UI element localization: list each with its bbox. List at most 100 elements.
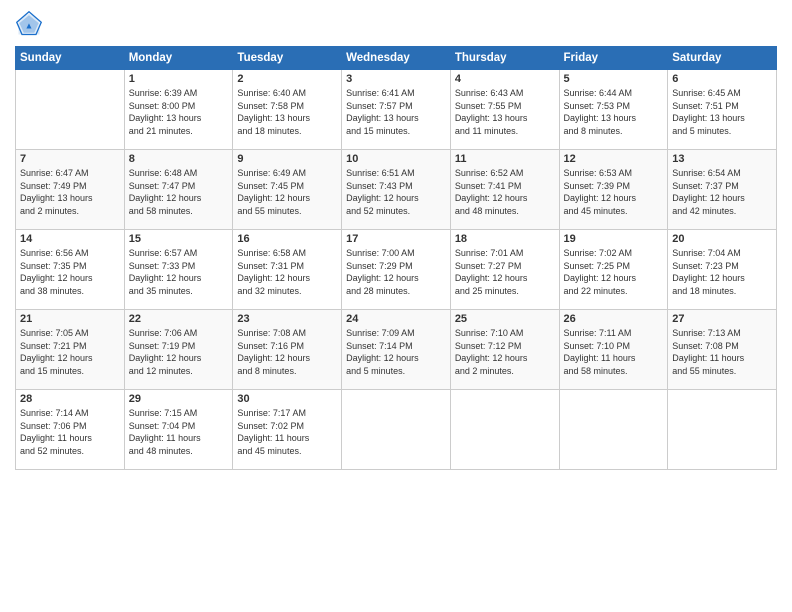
svg-text:▲: ▲ (25, 20, 34, 30)
cell-content: Sunrise: 6:58 AM Sunset: 7:31 PM Dayligh… (237, 247, 337, 297)
calendar-cell: 29 Sunrise: 7:15 AM Sunset: 7:04 PM Dayli… (124, 390, 233, 470)
cell-content: Sunrise: 6:44 AM Sunset: 7:53 PM Dayligh… (564, 87, 664, 137)
calendar-cell: 30Sunrise: 7:17 AM Sunset: 7:02 PM Dayli… (233, 390, 342, 470)
calendar-cell: 21Sunrise: 7:05 AM Sunset: 7:21 PM Dayli… (16, 310, 125, 390)
cell-content: Sunrise: 6:48 AM Sunset: 7:47 PM Dayligh… (129, 167, 229, 217)
day-number: 2 (237, 73, 337, 85)
cell-content: Sunrise: 6:41 AM Sunset: 7:57 PM Dayligh… (346, 87, 446, 137)
week-row-4: 21Sunrise: 7:05 AM Sunset: 7:21 PM Dayli… (16, 310, 777, 390)
calendar-cell: 4 Sunrise: 6:43 AM Sunset: 7:55 PM Daylig… (450, 70, 559, 150)
week-row-2: 7 Sunrise: 6:47 AM Sunset: 7:49 PM Daylig… (16, 150, 777, 230)
day-number: 3 (346, 73, 446, 85)
day-number: 17 (346, 233, 446, 245)
day-number: 29 (129, 393, 229, 405)
day-number: 1 (129, 73, 229, 85)
calendar-cell: 14 Sunrise: 6:56 AM Sunset: 7:35 PM Dayli… (16, 230, 125, 310)
calendar-cell: 7 Sunrise: 6:47 AM Sunset: 7:49 PM Daylig… (16, 150, 125, 230)
day-number: 18 (455, 233, 555, 245)
day-number: 7 (20, 153, 120, 165)
calendar-cell: 13 Sunrise: 6:54 AM Sunset: 7:37 PM Dayli… (668, 150, 777, 230)
week-row-3: 14 Sunrise: 6:56 AM Sunset: 7:35 PM Dayli… (16, 230, 777, 310)
calendar-cell: 5 Sunrise: 6:44 AM Sunset: 7:53 PM Daylig… (559, 70, 668, 150)
calendar-cell (342, 390, 451, 470)
header-row: SundayMondayTuesdayWednesdayThursdayFrid… (16, 47, 777, 70)
col-header-saturday: Saturday (668, 47, 777, 70)
col-header-thursday: Thursday (450, 47, 559, 70)
calendar-cell: 8Sunrise: 6:48 AM Sunset: 7:47 PM Daylig… (124, 150, 233, 230)
cell-content: Sunrise: 6:53 AM Sunset: 7:39 PM Dayligh… (564, 167, 664, 217)
calendar-cell: 15 Sunrise: 6:57 AM Sunset: 7:33 PM Dayli… (124, 230, 233, 310)
calendar-cell: 2 Sunrise: 6:40 AM Sunset: 7:58 PM Daylig… (233, 70, 342, 150)
col-header-tuesday: Tuesday (233, 47, 342, 70)
calendar-cell: 25 Sunrise: 7:10 AM Sunset: 7:12 PM Dayli… (450, 310, 559, 390)
calendar-cell: 28 Sunrise: 7:14 AM Sunset: 7:06 PM Dayli… (16, 390, 125, 470)
calendar-cell (16, 70, 125, 150)
header: ▲ (15, 10, 777, 38)
logo-icon: ▲ (15, 10, 43, 38)
day-number: 4 (455, 73, 555, 85)
day-number: 20 (672, 233, 772, 245)
day-number: 16 (237, 233, 337, 245)
day-number: 23 (237, 313, 337, 325)
calendar-cell: 17Sunrise: 7:00 AM Sunset: 7:29 PM Dayli… (342, 230, 451, 310)
cell-content: Sunrise: 7:01 AM Sunset: 7:27 PM Dayligh… (455, 247, 555, 297)
calendar-cell: 19Sunrise: 7:02 AM Sunset: 7:25 PM Dayli… (559, 230, 668, 310)
day-number: 30 (237, 393, 337, 405)
cell-content: Sunrise: 7:04 AM Sunset: 7:23 PM Dayligh… (672, 247, 772, 297)
day-number: 25 (455, 313, 555, 325)
cell-content: Sunrise: 6:49 AM Sunset: 7:45 PM Dayligh… (237, 167, 337, 217)
calendar-cell: 18 Sunrise: 7:01 AM Sunset: 7:27 PM Dayli… (450, 230, 559, 310)
cell-content: Sunrise: 6:56 AM Sunset: 7:35 PM Dayligh… (20, 247, 120, 297)
cell-content: Sunrise: 6:45 AM Sunset: 7:51 PM Dayligh… (672, 87, 772, 137)
day-number: 27 (672, 313, 772, 325)
cell-content: Sunrise: 7:11 AM Sunset: 7:10 PM Dayligh… (564, 327, 664, 377)
calendar-cell (450, 390, 559, 470)
cell-content: Sunrise: 6:54 AM Sunset: 7:37 PM Dayligh… (672, 167, 772, 217)
calendar-cell: 6Sunrise: 6:45 AM Sunset: 7:51 PM Daylig… (668, 70, 777, 150)
calendar-cell: 1 Sunrise: 6:39 AM Sunset: 8:00 PM Daylig… (124, 70, 233, 150)
calendar-cell: 24Sunrise: 7:09 AM Sunset: 7:14 PM Dayli… (342, 310, 451, 390)
cell-content: Sunrise: 6:52 AM Sunset: 7:41 PM Dayligh… (455, 167, 555, 217)
day-number: 28 (20, 393, 120, 405)
cell-content: Sunrise: 7:10 AM Sunset: 7:12 PM Dayligh… (455, 327, 555, 377)
calendar-cell: 10 Sunrise: 6:51 AM Sunset: 7:43 PM Dayli… (342, 150, 451, 230)
col-header-wednesday: Wednesday (342, 47, 451, 70)
cell-content: Sunrise: 6:57 AM Sunset: 7:33 PM Dayligh… (129, 247, 229, 297)
day-number: 14 (20, 233, 120, 245)
calendar-table: SundayMondayTuesdayWednesdayThursdayFrid… (15, 46, 777, 470)
week-row-5: 28 Sunrise: 7:14 AM Sunset: 7:06 PM Dayli… (16, 390, 777, 470)
cell-content: Sunrise: 6:47 AM Sunset: 7:49 PM Dayligh… (20, 167, 120, 217)
calendar-cell: 9 Sunrise: 6:49 AM Sunset: 7:45 PM Daylig… (233, 150, 342, 230)
calendar-cell: 27 Sunrise: 7:13 AM Sunset: 7:08 PM Dayli… (668, 310, 777, 390)
cell-content: Sunrise: 6:39 AM Sunset: 8:00 PM Dayligh… (129, 87, 229, 137)
calendar-cell: 11Sunrise: 6:52 AM Sunset: 7:41 PM Dayli… (450, 150, 559, 230)
cell-content: Sunrise: 7:08 AM Sunset: 7:16 PM Dayligh… (237, 327, 337, 377)
col-header-friday: Friday (559, 47, 668, 70)
cell-content: Sunrise: 7:06 AM Sunset: 7:19 PM Dayligh… (129, 327, 229, 377)
calendar-cell: 3 Sunrise: 6:41 AM Sunset: 7:57 PM Daylig… (342, 70, 451, 150)
day-number: 9 (237, 153, 337, 165)
cell-content: Sunrise: 7:09 AM Sunset: 7:14 PM Dayligh… (346, 327, 446, 377)
day-number: 22 (129, 313, 229, 325)
cell-content: Sunrise: 7:02 AM Sunset: 7:25 PM Dayligh… (564, 247, 664, 297)
cell-content: Sunrise: 7:14 AM Sunset: 7:06 PM Dayligh… (20, 407, 120, 457)
calendar-cell (559, 390, 668, 470)
day-number: 15 (129, 233, 229, 245)
day-number: 12 (564, 153, 664, 165)
cell-content: Sunrise: 7:13 AM Sunset: 7:08 PM Dayligh… (672, 327, 772, 377)
col-header-sunday: Sunday (16, 47, 125, 70)
day-number: 10 (346, 153, 446, 165)
day-number: 13 (672, 153, 772, 165)
logo: ▲ (15, 10, 47, 38)
day-number: 21 (20, 313, 120, 325)
cell-content: Sunrise: 6:40 AM Sunset: 7:58 PM Dayligh… (237, 87, 337, 137)
cell-content: Sunrise: 6:43 AM Sunset: 7:55 PM Dayligh… (455, 87, 555, 137)
page: ▲ SundayMondayTuesdayWednesdayThursdayFr… (0, 0, 792, 612)
calendar-cell (668, 390, 777, 470)
cell-content: Sunrise: 6:51 AM Sunset: 7:43 PM Dayligh… (346, 167, 446, 217)
cell-content: Sunrise: 7:15 AM Sunset: 7:04 PM Dayligh… (129, 407, 229, 457)
week-row-1: 1 Sunrise: 6:39 AM Sunset: 8:00 PM Daylig… (16, 70, 777, 150)
col-header-monday: Monday (124, 47, 233, 70)
day-number: 5 (564, 73, 664, 85)
calendar-cell: 22 Sunrise: 7:06 AM Sunset: 7:19 PM Dayli… (124, 310, 233, 390)
